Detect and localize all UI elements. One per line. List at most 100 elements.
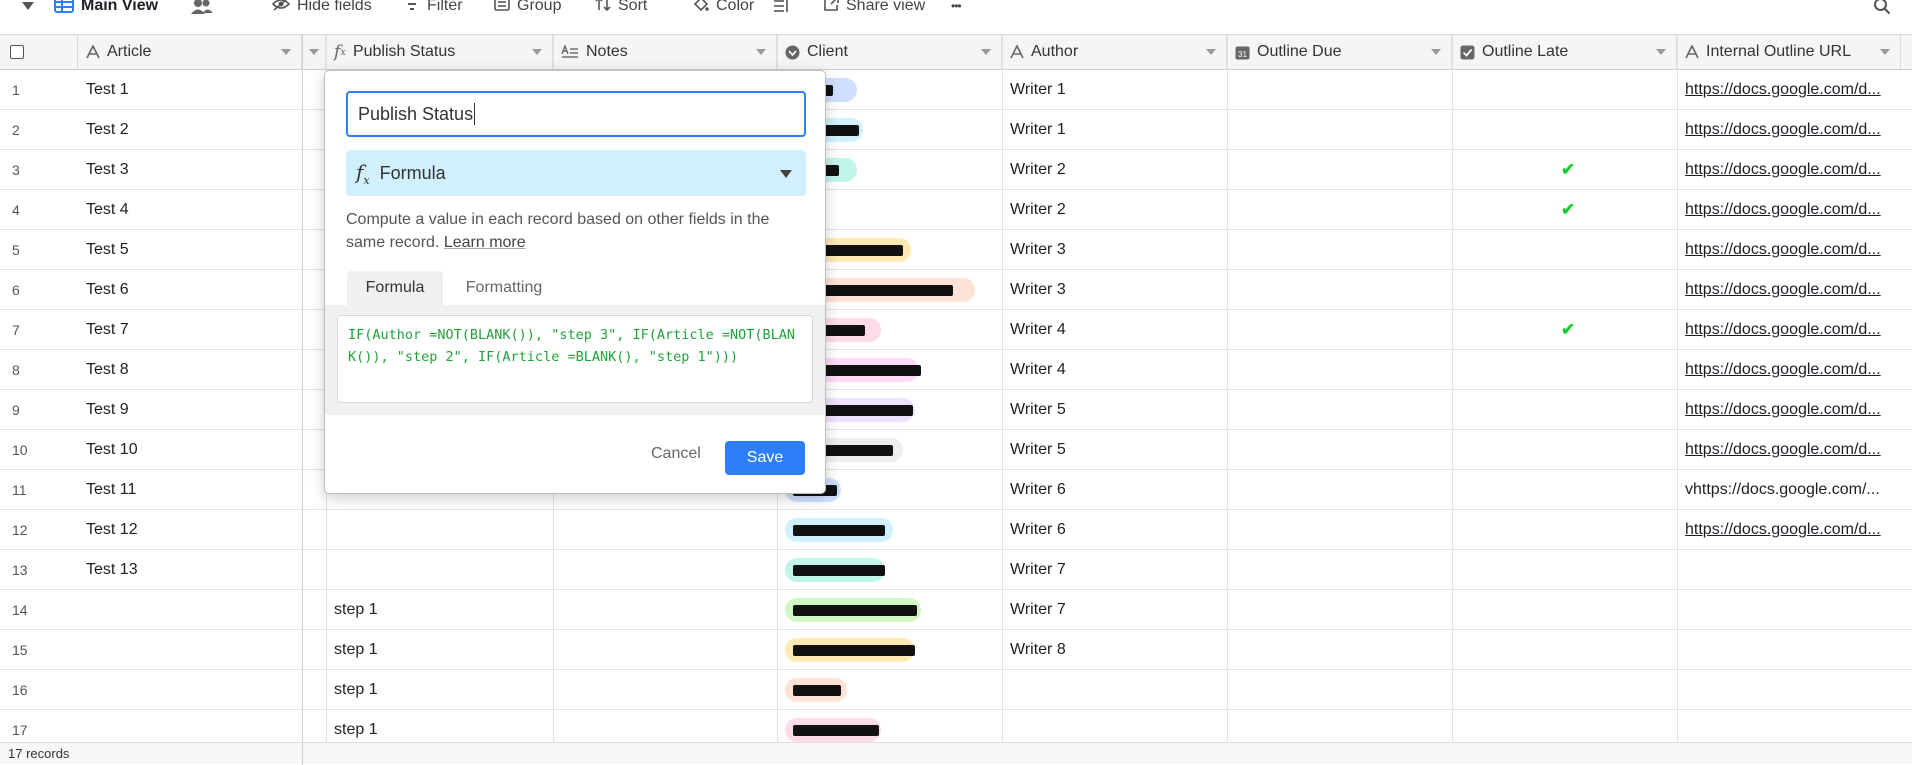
author-cell[interactable]: Writer 2 xyxy=(1002,190,1227,229)
filter-button[interactable]: Filter xyxy=(404,0,463,18)
view-switcher[interactable]: Main View xyxy=(54,0,158,18)
author-cell[interactable] xyxy=(1002,710,1227,742)
outline-due-cell[interactable] xyxy=(1227,550,1452,589)
internal-outline-url-cell[interactable]: https://docs.google.com/d... xyxy=(1677,150,1901,189)
collaborators-icon[interactable] xyxy=(191,0,220,18)
author-cell[interactable]: Writer 8 xyxy=(1002,630,1227,669)
notes-cell[interactable] xyxy=(553,590,777,629)
outline-late-cell[interactable] xyxy=(1452,70,1677,109)
internal-outline-url-cell[interactable]: https://docs.google.com/d... xyxy=(1677,510,1901,549)
more-options-button[interactable]: ••• xyxy=(951,0,962,18)
author-cell[interactable]: Writer 2 xyxy=(1002,150,1227,189)
article-cell[interactable]: Test 10 xyxy=(78,430,302,469)
author-cell[interactable]: Writer 4 xyxy=(1002,350,1227,389)
author-cell[interactable]: Writer 6 xyxy=(1002,470,1227,509)
column-menu-chevron-icon[interactable] xyxy=(981,49,991,55)
internal-outline-url-cell[interactable] xyxy=(1677,630,1901,669)
internal-outline-url-cell[interactable]: https://docs.google.com/d... xyxy=(1677,310,1901,349)
notes-cell[interactable] xyxy=(553,670,777,709)
table-row[interactable]: 12 Test 12 Writer 6 https://docs.google.com… xyxy=(0,510,1912,550)
outline-due-cell[interactable] xyxy=(1227,230,1452,269)
article-cell[interactable]: Test 8 xyxy=(78,350,302,389)
cancel-button[interactable]: Cancel xyxy=(651,445,701,463)
column-menu-chevron-icon[interactable] xyxy=(309,49,319,55)
learn-more-link[interactable]: Learn more xyxy=(444,234,526,251)
table-row[interactable]: 4 Test 4 Writer 2 ✔ https://docs.google.com/… xyxy=(0,190,1912,230)
outline-late-cell[interactable] xyxy=(1452,230,1677,269)
internal-outline-url-cell[interactable]: https://docs.google.com/d... xyxy=(1677,190,1901,229)
article-cell[interactable]: Test 7 xyxy=(78,310,302,349)
table-row[interactable]: 17 step 1 xyxy=(0,710,1912,742)
search-icon[interactable] xyxy=(1873,0,1898,18)
outline-late-cell[interactable] xyxy=(1452,550,1677,589)
internal-outline-url-cell[interactable]: https://docs.google.com/d... xyxy=(1677,70,1901,109)
outline-due-cell[interactable] xyxy=(1227,510,1452,549)
outline-due-cell[interactable] xyxy=(1227,150,1452,189)
article-cell[interactable]: Test 6 xyxy=(78,270,302,309)
client-cell[interactable] xyxy=(777,590,1002,629)
table-row[interactable]: 9 Test 9 Writer 5 https://docs.google.com/d… xyxy=(0,390,1912,430)
outline-due-cell[interactable] xyxy=(1227,190,1452,229)
notes-cell[interactable] xyxy=(553,510,777,549)
client-cell[interactable] xyxy=(777,710,1002,742)
outline-late-cell[interactable]: ✔ xyxy=(1452,310,1677,349)
internal-outline-url-cell[interactable]: https://docs.google.com/d... xyxy=(1677,110,1901,149)
internal-outline-url-cell[interactable] xyxy=(1677,590,1901,629)
outline-due-cell[interactable] xyxy=(1227,350,1452,389)
table-row[interactable]: 11 Test 11 Writer 6 vhttps://docs.google.co… xyxy=(0,470,1912,510)
outline-due-cell[interactable] xyxy=(1227,270,1452,309)
table-row[interactable]: 1 Test 1 Writer 1 https://docs.google.com/d… xyxy=(0,70,1912,110)
article-cell[interactable]: Test 12 xyxy=(78,510,302,549)
internal-outline-url-cell[interactable] xyxy=(1677,550,1901,589)
outline-late-cell[interactable] xyxy=(1452,430,1677,469)
outline-due-cell[interactable] xyxy=(1227,630,1452,669)
outline-due-cell[interactable] xyxy=(1227,670,1452,709)
notes-cell[interactable] xyxy=(553,630,777,669)
article-cell[interactable] xyxy=(78,590,302,629)
tab-formatting[interactable]: Formatting xyxy=(449,271,559,305)
outline-late-cell[interactable] xyxy=(1452,390,1677,429)
table-row[interactable]: 7 Test 7 Writer 4 ✔ https://docs.google.com/… xyxy=(0,310,1912,350)
table-row[interactable]: 3 Test 3 Writer 2 ✔ https://docs.google.com/… xyxy=(0,150,1912,190)
notes-cell[interactable] xyxy=(553,710,777,742)
author-cell[interactable]: Writer 7 xyxy=(1002,550,1227,589)
column-menu-chevron-icon[interactable] xyxy=(756,49,766,55)
color-button[interactable]: Color xyxy=(693,0,754,18)
client-cell[interactable] xyxy=(777,550,1002,589)
outline-due-cell[interactable] xyxy=(1227,470,1452,509)
article-cell[interactable] xyxy=(78,710,302,742)
hide-fields-button[interactable]: Hide fields xyxy=(271,0,372,18)
field-name-input[interactable]: Publish Status xyxy=(346,91,806,137)
column-header-notes[interactable]: Notes xyxy=(553,35,777,69)
outline-late-cell[interactable] xyxy=(1452,510,1677,549)
column-menu-chevron-icon[interactable] xyxy=(1431,49,1441,55)
outline-late-cell[interactable] xyxy=(1452,270,1677,309)
article-cell[interactable] xyxy=(78,670,302,709)
client-cell[interactable] xyxy=(777,630,1002,669)
column-header-outline-late[interactable]: Outline Late xyxy=(1452,35,1677,69)
tab-formula[interactable]: Formula xyxy=(347,271,443,305)
formula-editor[interactable]: IF(Author =NOT(BLANK()), "step 3", IF(Ar… xyxy=(337,315,813,403)
outline-late-cell[interactable] xyxy=(1452,670,1677,709)
row-height-icon[interactable] xyxy=(773,0,796,18)
publish-status-cell[interactable]: step 1 xyxy=(326,630,553,669)
article-cell[interactable]: Test 1 xyxy=(78,70,302,109)
column-header-internal-outline-url[interactable]: Internal Outline URL xyxy=(1677,35,1901,69)
notes-cell[interactable] xyxy=(553,550,777,589)
outline-late-cell[interactable]: ✔ xyxy=(1452,150,1677,189)
article-cell[interactable] xyxy=(78,630,302,669)
column-menu-chevron-icon[interactable] xyxy=(281,49,291,55)
internal-outline-url-cell[interactable]: https://docs.google.com/d... xyxy=(1677,390,1901,429)
table-row[interactable]: 14 step 1 Writer 7 xyxy=(0,590,1912,630)
outline-late-cell[interactable] xyxy=(1452,470,1677,509)
outline-due-cell[interactable] xyxy=(1227,590,1452,629)
author-cell[interactable]: Writer 6 xyxy=(1002,510,1227,549)
author-cell[interactable]: Writer 1 xyxy=(1002,70,1227,109)
internal-outline-url-cell[interactable] xyxy=(1677,670,1901,709)
outline-late-cell[interactable] xyxy=(1452,350,1677,389)
field-type-select[interactable]: fx Formula xyxy=(346,150,806,196)
column-menu-chevron-icon[interactable] xyxy=(1656,49,1666,55)
author-cell[interactable]: Writer 5 xyxy=(1002,430,1227,469)
author-cell[interactable]: Writer 5 xyxy=(1002,390,1227,429)
article-cell[interactable]: Test 9 xyxy=(78,390,302,429)
